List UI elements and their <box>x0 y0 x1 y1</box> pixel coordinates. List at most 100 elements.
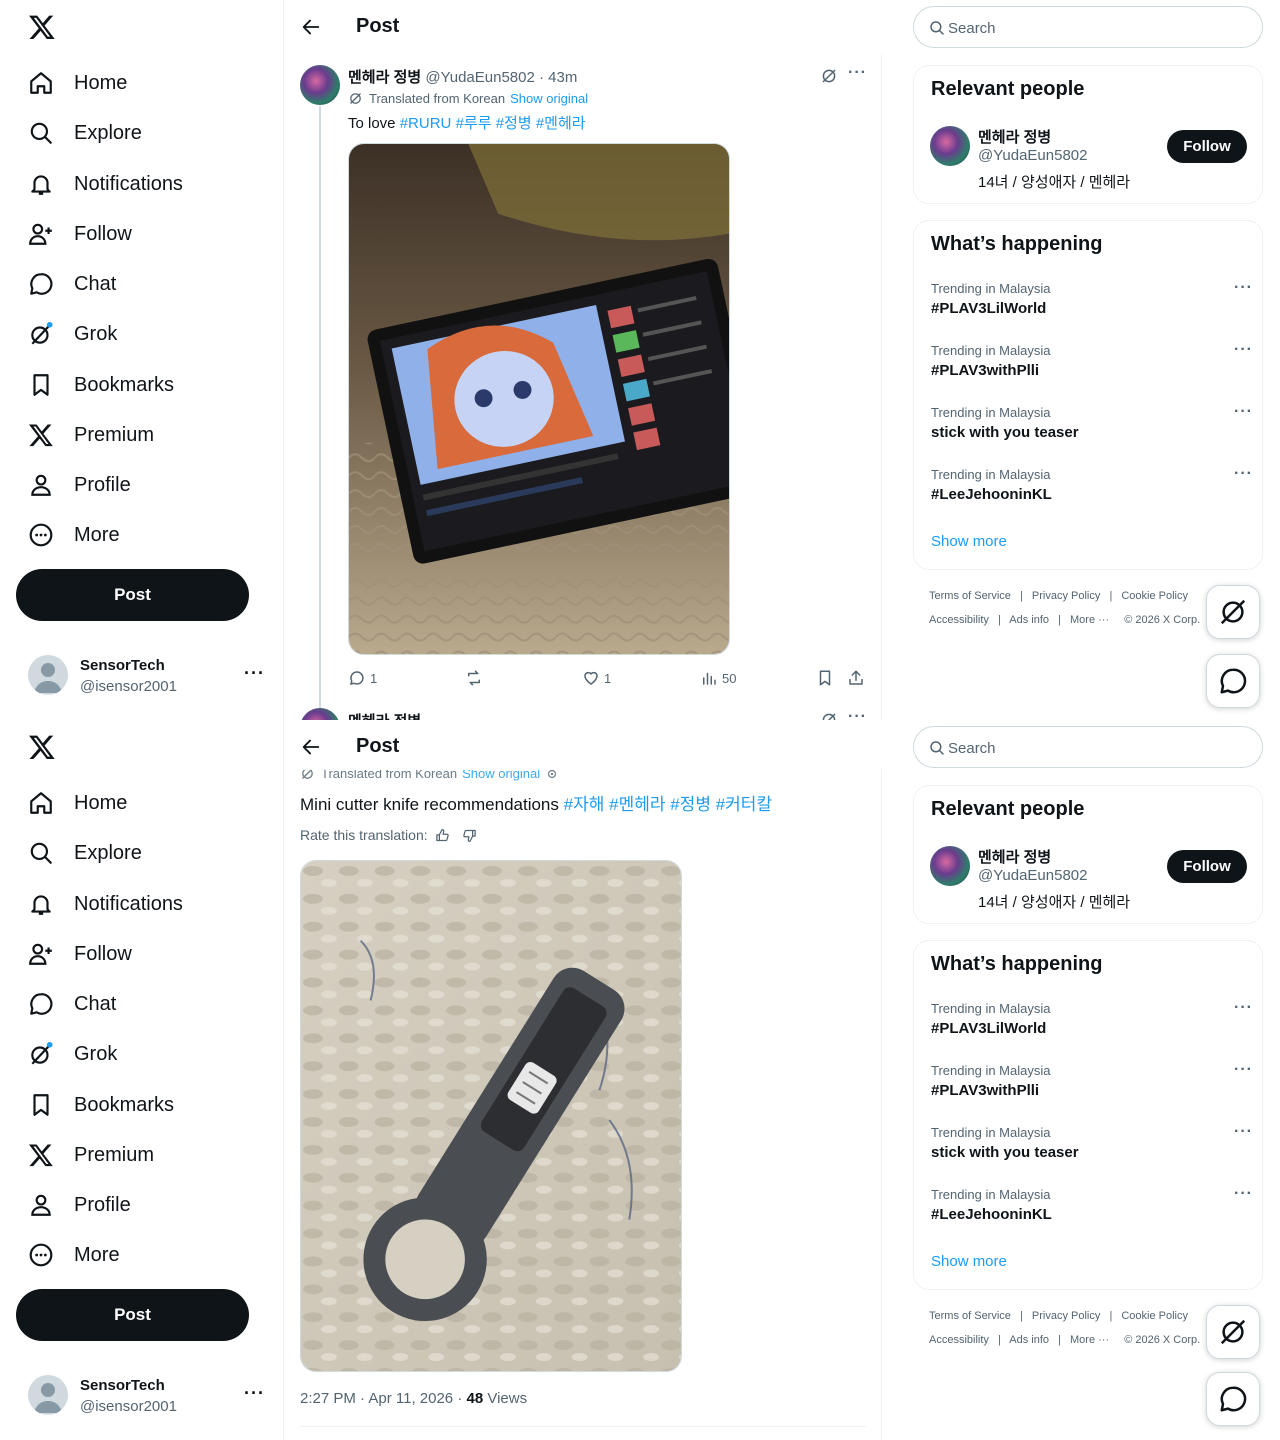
grok-icon[interactable] <box>820 711 838 720</box>
show-original-link[interactable]: Show original <box>510 91 588 106</box>
more-icon[interactable]: ··· <box>244 1383 265 1404</box>
hashtag[interactable]: #멘헤라 <box>609 795 665 814</box>
nav-explore[interactable]: Explore <box>28 838 142 868</box>
hashtag[interactable]: #커터칼 <box>716 795 772 814</box>
x-logo-icon[interactable] <box>28 12 56 42</box>
nav-home[interactable]: Home <box>28 68 127 98</box>
more-icon[interactable]: ··· <box>1234 341 1253 359</box>
tweet-photo[interactable] <box>300 860 682 1372</box>
ads-info-link[interactable]: Ads info <box>1009 614 1049 626</box>
author-name[interactable]: 멘헤라 정병 <box>348 710 421 720</box>
share-button[interactable] <box>847 668 869 688</box>
avatar[interactable] <box>930 126 970 166</box>
account-switcher[interactable]: SensorTech @isensor2001 ··· <box>28 655 268 697</box>
nav-explore[interactable]: Explore <box>28 118 142 148</box>
privacy-link[interactable]: Privacy Policy <box>1032 590 1100 602</box>
search-input[interactable] <box>948 737 1238 759</box>
tweet-photo[interactable] <box>348 143 730 655</box>
retweet-button[interactable] <box>465 668 487 688</box>
back-arrow-icon[interactable] <box>300 736 322 758</box>
nav-chat[interactable]: Chat <box>28 269 116 299</box>
more-icon[interactable]: ··· <box>1234 279 1253 297</box>
nav-bookmarks[interactable]: Bookmarks <box>28 1090 174 1120</box>
nav-notifications[interactable]: Notifications <box>28 889 183 919</box>
search-box[interactable] <box>913 726 1263 768</box>
trend-item[interactable]: Trending in Malaysia #PLAV3withPlli ··· <box>931 341 1253 393</box>
follow-button[interactable]: Follow <box>1167 130 1247 163</box>
like-button[interactable]: 1 <box>582 668 611 688</box>
trend-item[interactable]: Trending in Malaysia #PLAV3LilWorld ··· <box>931 999 1253 1051</box>
more-icon[interactable]: ··· <box>1234 403 1253 421</box>
trend-item[interactable]: Trending in Malaysia stick with you tease… <box>931 1123 1253 1175</box>
nav-bookmarks[interactable]: Bookmarks <box>28 370 174 400</box>
cookie-link[interactable]: Cookie Policy <box>1121 1310 1188 1322</box>
privacy-link[interactable]: Privacy Policy <box>1032 1310 1100 1322</box>
chat-fab[interactable] <box>1206 1372 1260 1426</box>
more-link[interactable]: More ··· <box>1070 614 1109 626</box>
views-button[interactable]: 50 <box>700 668 736 688</box>
tweet-time[interactable]: · 43m <box>539 69 577 86</box>
author-handle[interactable]: @YudaEun5802 <box>425 69 535 86</box>
more-icon[interactable]: ··· <box>1234 1185 1253 1203</box>
more-icon[interactable]: ··· <box>848 64 867 82</box>
ads-info-link[interactable]: Ads info <box>1009 1334 1049 1346</box>
author-name[interactable]: 멘헤라 정병 <box>348 69 421 86</box>
bookmark-button[interactable] <box>816 668 838 688</box>
more-link[interactable]: More ··· <box>1070 1334 1109 1346</box>
person-handle[interactable]: @YudaEun5802 <box>978 867 1088 884</box>
search-input[interactable] <box>948 17 1238 39</box>
nav-follow[interactable]: Follow <box>28 219 132 249</box>
tos-link[interactable]: Terms of Service <box>929 1310 1011 1322</box>
grok-icon[interactable] <box>820 67 838 85</box>
timestamp[interactable]: 2:27 PM · Apr 11, 2026 · <box>300 1390 466 1407</box>
hashtag[interactable]: #RURU <box>400 115 452 132</box>
hashtag[interactable]: #자해 <box>564 795 605 814</box>
nav-more[interactable]: More <box>28 1240 120 1270</box>
chat-fab[interactable] <box>1206 654 1260 708</box>
hashtag[interactable]: #정병 <box>670 795 711 814</box>
back-arrow-icon[interactable] <box>300 16 322 38</box>
nav-notifications[interactable]: Notifications <box>28 169 183 199</box>
nav-profile[interactable]: Profile <box>28 1190 131 1220</box>
accessibility-link[interactable]: Accessibility <box>929 1334 989 1346</box>
more-icon[interactable]: ··· <box>1234 999 1253 1017</box>
more-icon[interactable]: ··· <box>848 708 867 720</box>
thumbs-down-icon[interactable] <box>462 828 477 843</box>
show-more-link[interactable]: Show more <box>931 533 1007 550</box>
more-icon[interactable]: ··· <box>1234 1123 1253 1141</box>
follow-button[interactable]: Follow <box>1167 850 1247 883</box>
grok-fab[interactable] <box>1206 585 1260 639</box>
nav-profile[interactable]: Profile <box>28 470 131 500</box>
avatar[interactable] <box>930 846 970 886</box>
person-name[interactable]: 멘헤라 정병 <box>978 126 1051 147</box>
avatar[interactable] <box>300 708 340 720</box>
hashtag[interactable]: #정병 <box>496 115 532 132</box>
x-logo-icon[interactable] <box>28 732 56 762</box>
tos-link[interactable]: Terms of Service <box>929 590 1011 602</box>
trend-item[interactable]: Trending in Malaysia #LeeJehooninKL ··· <box>931 1185 1253 1237</box>
more-icon[interactable]: ··· <box>1234 465 1253 483</box>
cookie-link[interactable]: Cookie Policy <box>1121 590 1188 602</box>
nav-follow[interactable]: Follow <box>28 939 132 969</box>
account-switcher[interactable]: SensorTech @isensor2001 ··· <box>28 1375 268 1417</box>
trend-item[interactable]: Trending in Malaysia #PLAV3withPlli ··· <box>931 1061 1253 1113</box>
nav-more[interactable]: More <box>28 520 120 550</box>
nav-premium[interactable]: Premium <box>28 1140 154 1170</box>
nav-home[interactable]: Home <box>28 788 127 818</box>
more-icon[interactable]: ··· <box>1234 1061 1253 1079</box>
hashtag[interactable]: #루루 <box>456 115 492 132</box>
trend-item[interactable]: Trending in Malaysia stick with you tease… <box>931 403 1253 455</box>
nav-grok[interactable]: Grok <box>28 1039 117 1069</box>
post-button[interactable]: Post <box>16 569 249 621</box>
nav-grok[interactable]: Grok <box>28 319 117 349</box>
thumbs-up-icon[interactable] <box>435 828 450 843</box>
show-more-link[interactable]: Show more <box>931 1253 1007 1270</box>
trend-item[interactable]: Trending in Malaysia #LeeJehooninKL ··· <box>931 465 1253 517</box>
more-icon[interactable]: ··· <box>244 663 265 684</box>
person-name[interactable]: 멘헤라 정병 <box>978 846 1051 867</box>
search-box[interactable] <box>913 6 1263 48</box>
reply-button[interactable]: 1 <box>348 668 377 688</box>
grok-fab[interactable] <box>1206 1305 1260 1359</box>
hashtag[interactable]: #멘헤라 <box>536 115 586 132</box>
accessibility-link[interactable]: Accessibility <box>929 614 989 626</box>
